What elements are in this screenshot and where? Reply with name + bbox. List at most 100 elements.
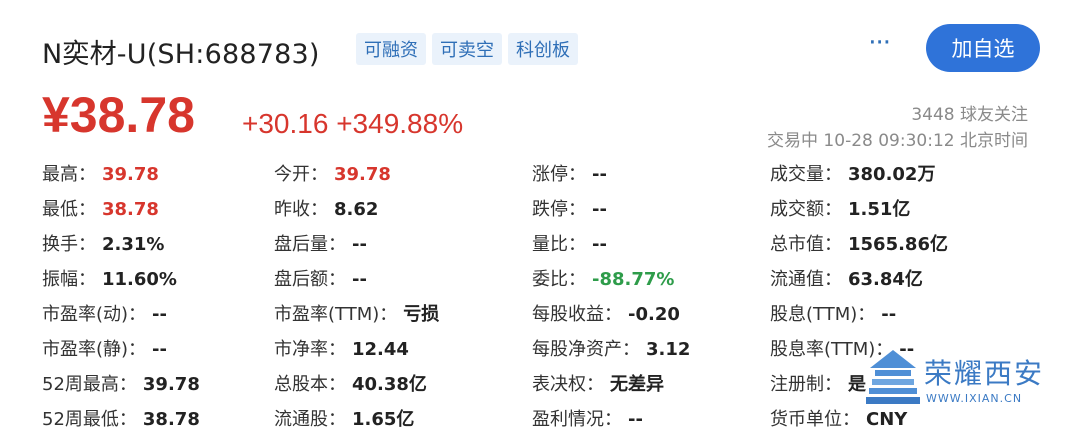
stats-grid: 最高： 39.78 今开： 39.78 涨停： -- 成交量： 380.02万最低： 38.78…	[42, 160, 1002, 440]
stat-item: 总市值： 1565.86亿	[770, 230, 948, 256]
stats-row: 市盈率(静)： -- 市净率： 12.44 每股净资产： 3.12 股息率(TTM)： --	[42, 335, 1002, 370]
watermark-text: 荣耀西安	[924, 357, 1045, 390]
stat-label: 市盈率(TTM)：	[274, 304, 398, 325]
stat-item: 盈利情况： --	[532, 405, 643, 431]
stat-value: 40.38亿	[352, 374, 427, 395]
stat-label: 市盈率(动)：	[42, 304, 147, 325]
stats-row: 52周最低： 38.78 流通股： 1.65亿 盈利情况： -- 货币单位： CNY	[42, 405, 1002, 440]
stat-item: 涨停： --	[532, 160, 607, 186]
stat-value: 39.78	[334, 164, 391, 185]
stat-item: 量比： --	[532, 230, 607, 256]
stat-label: 货币单位：	[770, 409, 860, 430]
stat-label: 涨停：	[532, 164, 586, 185]
stat-value: --	[592, 199, 607, 220]
stat-value: 8.62	[334, 199, 379, 220]
stats-row: 52周最高： 39.78 总股本： 40.38亿 表决权： 无差异 注册制： 是	[42, 370, 1002, 405]
stat-item: 最低： 38.78	[42, 195, 159, 221]
stat-label: 市净率：	[274, 339, 346, 360]
stat-item: 今开： 39.78	[274, 160, 391, 186]
stat-label: 盈利情况：	[532, 409, 622, 430]
stat-item: 换手： 2.31%	[42, 230, 164, 256]
current-price: ¥38.78	[42, 87, 195, 143]
stat-value: 亏损	[403, 304, 440, 325]
stat-value: 1565.86亿	[848, 234, 948, 255]
stat-label: 最高：	[42, 164, 96, 185]
tag-star-market[interactable]: 科创板	[508, 33, 578, 65]
stat-label: 今开：	[274, 164, 328, 185]
stat-label: 股息(TTM)：	[770, 304, 876, 325]
stat-label: 表决权：	[532, 374, 604, 395]
tag-short-selling[interactable]: 可卖空	[432, 33, 502, 65]
stat-value: --	[152, 339, 167, 360]
stat-value: 无差异	[610, 374, 664, 395]
stat-item: 每股收益： -0.20	[532, 300, 680, 326]
add-to-watchlist-button[interactable]: 加自选	[926, 24, 1040, 72]
stat-value: 1.51亿	[848, 199, 911, 220]
stat-label: 注册制：	[770, 374, 842, 395]
stat-item: 成交额： 1.51亿	[770, 195, 910, 221]
stat-item: 振幅： 11.60%	[42, 265, 177, 291]
stat-label: 振幅：	[42, 269, 96, 290]
stat-label: 每股净资产：	[532, 339, 640, 360]
stat-label: 流通股：	[274, 409, 346, 430]
stat-label: 盘后量：	[274, 234, 346, 255]
stat-value: 380.02万	[848, 164, 936, 185]
stat-value: 11.60%	[102, 269, 177, 290]
stat-label: 盘后额：	[274, 269, 346, 290]
stat-label: 换手：	[42, 234, 96, 255]
stats-row: 振幅： 11.60% 盘后额： -- 委比： -88.77% 流通值： 63.84亿	[42, 265, 1002, 300]
stat-value: -88.77%	[592, 269, 675, 290]
stat-value: --	[592, 164, 607, 185]
stat-value: 39.78	[102, 164, 159, 185]
stat-label: 成交量：	[770, 164, 842, 185]
stats-row: 最低： 38.78 昨收： 8.62 跌停： -- 成交额： 1.51亿	[42, 195, 1002, 230]
stat-value: 3.12	[646, 339, 691, 360]
stat-value: 是	[848, 374, 866, 395]
stats-row: 换手： 2.31% 盘后量： -- 量比： -- 总市值： 1565.86亿	[42, 230, 1002, 265]
stat-item: 总股本： 40.38亿	[274, 370, 427, 396]
stat-item: 盘后量： --	[274, 230, 367, 256]
stat-value: --	[592, 234, 607, 255]
stat-item: 52周最低： 38.78	[42, 405, 200, 431]
stat-label: 52周最低：	[42, 409, 137, 430]
stat-label: 跌停：	[532, 199, 586, 220]
stat-item: 成交量： 380.02万	[770, 160, 935, 186]
stat-item: 市盈率(静)： --	[42, 335, 167, 361]
stat-item: 每股净资产： 3.12	[532, 335, 690, 361]
stat-value: 38.78	[102, 199, 159, 220]
stat-label: 流通值：	[770, 269, 842, 290]
stat-value: 1.65亿	[352, 409, 415, 430]
watermark-url: WWW.IXIAN.CN	[926, 392, 1023, 405]
stock-name: N奕材-U(SH:688783)	[42, 39, 320, 70]
stat-label: 委比：	[532, 269, 586, 290]
stat-item: 盘后额： --	[274, 265, 367, 291]
stat-value: --	[152, 304, 167, 325]
stock-header: N奕材-U(SH:688783) 可融资 可卖空 科创板 ··· 加自选	[42, 24, 1040, 74]
stat-value: --	[628, 409, 643, 430]
stat-item: 市盈率(TTM)： 亏损	[274, 300, 439, 326]
watermark-logo: 荣耀西安 WWW.IXIAN.CN	[866, 346, 1056, 416]
stat-item: 注册制： 是	[770, 370, 866, 396]
stat-value: 39.78	[142, 374, 200, 395]
stat-label: 量比：	[532, 234, 586, 255]
stat-item: 市盈率(动)： --	[42, 300, 167, 326]
stat-label: 总市值：	[770, 234, 842, 255]
tag-margin-financing[interactable]: 可融资	[356, 33, 426, 65]
stock-tags: 可融资 可卖空 科创板	[356, 33, 578, 65]
stat-label: 最低：	[42, 199, 96, 220]
stat-label: 每股收益：	[532, 304, 622, 325]
stats-row: 市盈率(动)： -- 市盈率(TTM)： 亏损 每股收益： -0.20 股息(TTM)： --	[42, 300, 1002, 335]
stat-item: 流通股： 1.65亿	[274, 405, 414, 431]
more-options-icon[interactable]: ···	[868, 28, 891, 58]
stat-item: 市净率： 12.44	[274, 335, 409, 361]
stat-value: --	[352, 234, 367, 255]
stats-row: 最高： 39.78 今开： 39.78 涨停： -- 成交量： 380.02万	[42, 160, 1002, 195]
trade-status-time: 交易中 10-28 09:30:12 北京时间	[767, 131, 1028, 151]
stat-value: -0.20	[628, 304, 680, 325]
stat-item: 股息(TTM)： --	[770, 300, 896, 326]
stat-item: 52周最高： 39.78	[42, 370, 200, 396]
stat-label: 52周最高：	[42, 374, 137, 395]
followers-count[interactable]: 3448 球友关注	[911, 100, 1028, 125]
stat-item: 表决权： 无差异	[532, 370, 664, 396]
stat-item: 委比： -88.77%	[532, 265, 674, 291]
